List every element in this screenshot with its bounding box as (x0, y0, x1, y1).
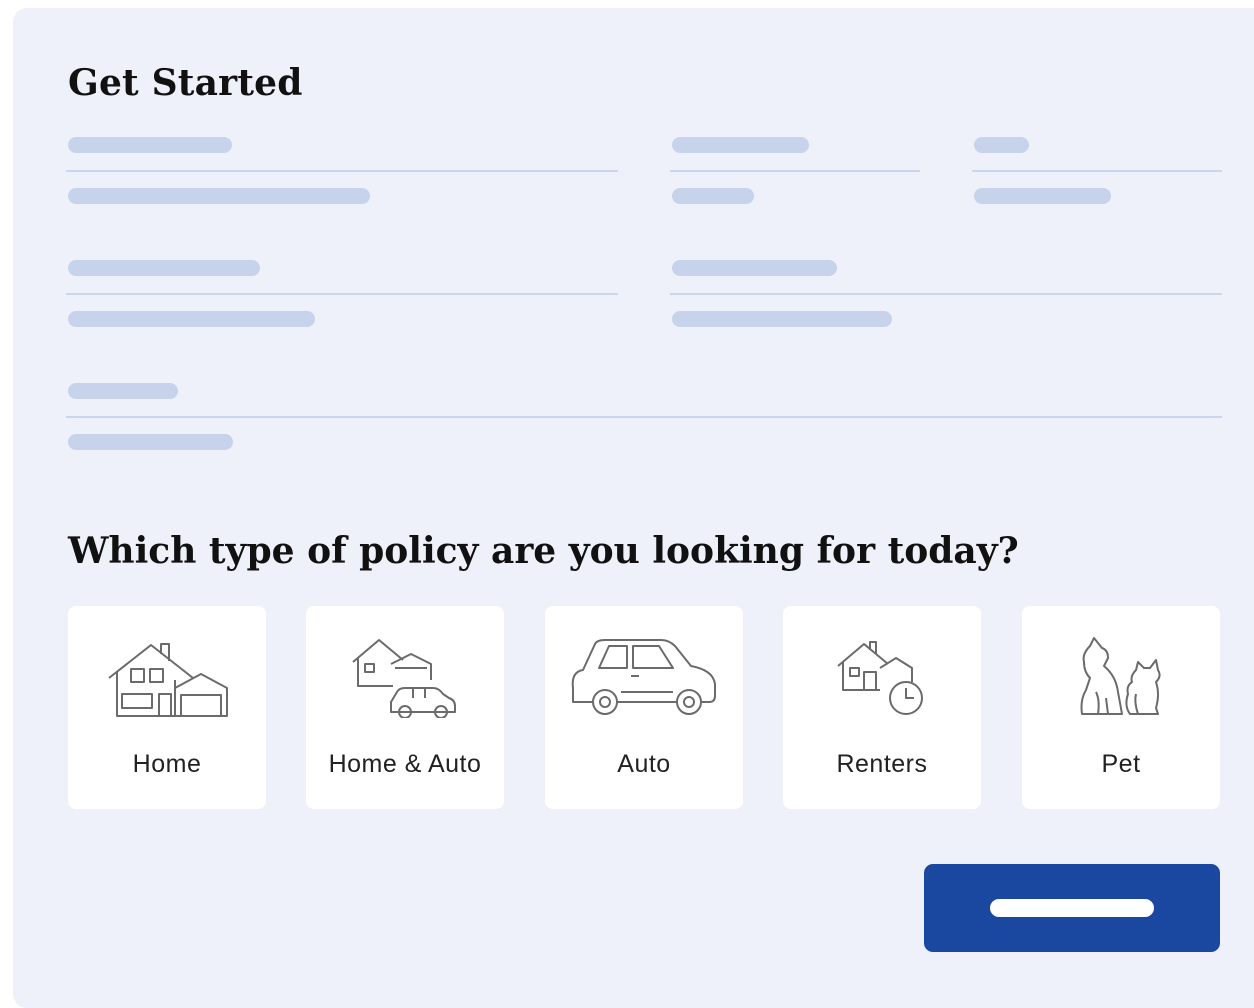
field-value-placeholder (672, 311, 892, 327)
field-underline (972, 170, 1222, 172)
field-underline (670, 293, 1222, 295)
policy-option-pet[interactable]: Pet (1022, 606, 1220, 809)
field-value-placeholder (672, 188, 754, 204)
house-clock-icon (837, 641, 923, 715)
field-label-placeholder (68, 260, 260, 276)
page-title: Get Started (68, 62, 303, 104)
field-label-placeholder (68, 383, 178, 399)
option-label: Auto (617, 750, 671, 778)
policy-option-home[interactable]: Home (68, 606, 266, 809)
field-label-placeholder (672, 137, 809, 153)
field-underline (66, 170, 618, 172)
policy-option-home-auto[interactable]: Home & Auto (306, 606, 504, 809)
field-underline (66, 293, 618, 295)
field-label-placeholder (974, 137, 1029, 153)
house-icon (108, 643, 228, 717)
option-label: Home & Auto (328, 750, 482, 778)
get-started-card (13, 8, 1254, 1008)
policy-option-renters[interactable]: Renters (783, 606, 981, 809)
field-underline (670, 170, 920, 172)
button-label-placeholder (990, 899, 1154, 917)
field-label-placeholder (68, 137, 232, 153)
field-label-placeholder (672, 260, 837, 276)
field-value-placeholder (68, 188, 370, 204)
field-value-placeholder (68, 311, 315, 327)
car-icon (571, 639, 716, 715)
policy-question: Which type of policy are you looking for… (68, 530, 1019, 572)
option-label: Pet (1101, 750, 1141, 778)
continue-button[interactable] (924, 864, 1220, 952)
dog-cat-icon (1080, 637, 1161, 715)
house-car-icon (352, 639, 456, 718)
field-value-placeholder (68, 434, 233, 450)
policy-option-auto[interactable]: Auto (545, 606, 743, 809)
field-value-placeholder (974, 188, 1111, 204)
option-label: Renters (836, 750, 928, 778)
option-label: Home (132, 750, 202, 778)
field-underline (66, 416, 1222, 418)
